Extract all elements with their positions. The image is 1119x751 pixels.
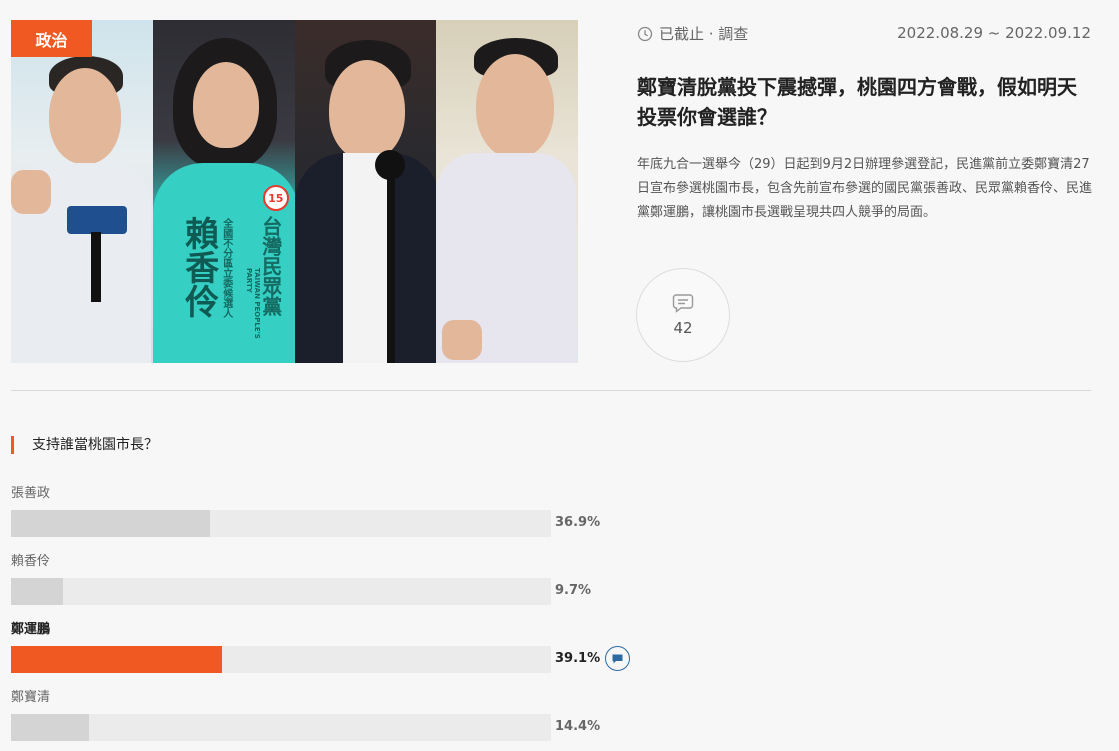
portrait-3 xyxy=(294,20,437,363)
portrait-2: 15 賴香伶 全國不分區立委候選人 台灣民眾黨 TAIWAN PEOPLE'S … xyxy=(152,20,295,363)
comment-icon xyxy=(672,293,694,313)
option-percent: 14.4% xyxy=(555,719,601,734)
section-divider xyxy=(11,390,1091,391)
option-label: 鄭寶清 xyxy=(11,690,51,705)
poll-date-range: 2022.08.29 ~ 2022.09.12 xyxy=(897,24,1091,42)
portrait-name-text: 賴香伶 xyxy=(178,216,219,318)
portrait-party-en-text: TAIWAN PEOPLE'S PARTY xyxy=(244,268,261,339)
option-label: 張善政 xyxy=(11,486,51,501)
category-tag[interactable]: 政治 xyxy=(11,20,92,57)
poll-option[interactable]: 賴香伶 9.7% xyxy=(11,553,651,605)
option-percent: 36.9% xyxy=(555,515,601,530)
option-label: 賴香伶 xyxy=(11,554,51,569)
portrait-subtitle-text: 全國不分區立委候選人 xyxy=(220,218,232,318)
comment-button[interactable]: 42 xyxy=(636,268,730,362)
option-percent: 39.1% xyxy=(555,651,601,666)
poll-option-selected[interactable]: 鄭運鵬 39.1% xyxy=(11,621,651,673)
option-label: 鄭運鵬 xyxy=(11,622,51,637)
number-badge: 15 xyxy=(262,185,289,211)
poll-option[interactable]: 鄭寶清 14.4% xyxy=(11,689,651,741)
article-description: 年底九合一選舉今（29）日起到9月2日辦理參選登記，民進黨前立委鄭寶清27日宣布… xyxy=(637,157,1093,220)
clock-icon xyxy=(637,26,653,42)
poll-question: 支持誰當桃園市長？ xyxy=(11,436,158,454)
poll-status: 已截止 · 調查 xyxy=(637,23,748,44)
option-bar-fill xyxy=(11,510,211,537)
hero-image: 15 賴香伶 全國不分區立委候選人 台灣民眾黨 TAIWAN PEOPLE'S … xyxy=(11,20,578,363)
option-percent: 9.7% xyxy=(555,583,592,598)
comment-count: 42 xyxy=(673,319,693,337)
option-bar-fill xyxy=(11,646,223,673)
option-bar-track xyxy=(11,510,551,537)
portrait-party-text: 台灣民眾黨 xyxy=(258,216,283,316)
option-bar-track xyxy=(11,714,551,741)
option-bar-track xyxy=(11,578,551,605)
article-headline: 鄭寶清脫黨投下震撼彈，桃園四方會戰，假如明天投票你會選誰？ xyxy=(637,75,1077,129)
poll-status-text: 已截止 · 調查 xyxy=(659,25,749,43)
option-bar-fill xyxy=(11,578,64,605)
poll-option[interactable]: 張善政 36.9% xyxy=(11,485,651,537)
option-bar-track xyxy=(11,646,551,673)
option-bar-fill xyxy=(11,714,89,741)
portrait-4 xyxy=(436,20,578,363)
portrait-1 xyxy=(11,20,153,363)
vote-flag-icon xyxy=(605,646,630,671)
